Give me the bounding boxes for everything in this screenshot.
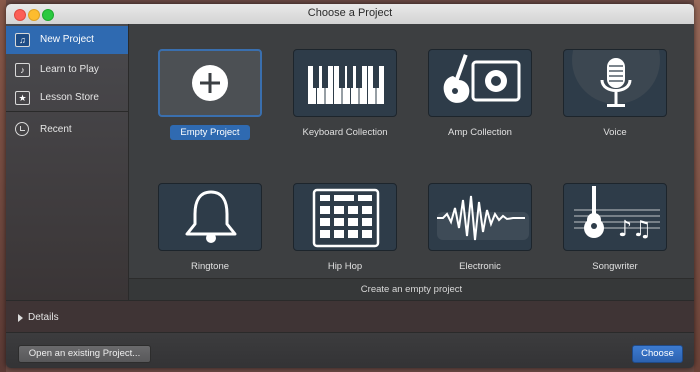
template-ringtone[interactable]: Ringtone xyxy=(158,183,262,272)
music-note-icon: ♪ xyxy=(15,63,30,77)
choose-button[interactable]: Choose xyxy=(632,345,683,363)
sidebar-item-label: Lesson Store xyxy=(40,92,99,103)
template-label: Empty Project xyxy=(170,125,250,140)
template-thumbnail: ♪♫ xyxy=(563,183,667,251)
template-description: Create an empty project xyxy=(129,278,694,301)
title-bar: Choose a Project xyxy=(6,4,694,25)
sidebar-item-lesson-store[interactable]: ★ Lesson Store xyxy=(6,84,128,112)
drum-machine-icon xyxy=(312,188,380,248)
template-thumbnail xyxy=(428,183,532,251)
template-thumbnail xyxy=(563,49,667,117)
bell-icon xyxy=(185,190,237,243)
template-thumbnail xyxy=(293,183,397,251)
guitar-amp-icon xyxy=(443,54,521,103)
plus-icon xyxy=(192,65,228,101)
template-empty-project[interactable]: Empty Project xyxy=(158,49,262,140)
template-label: Ringtone xyxy=(190,261,230,272)
template-label: Electronic xyxy=(459,261,501,272)
sidebar: ♫ New Project ♪ Learn to Play ★ Lesson S… xyxy=(6,24,129,300)
template-thumbnail xyxy=(158,183,262,251)
template-amp-collection[interactable]: Amp Collection xyxy=(428,49,532,138)
template-electronic[interactable]: Electronic xyxy=(428,183,532,272)
star-icon: ★ xyxy=(15,91,30,105)
window-title: Choose a Project xyxy=(307,7,393,19)
template-grid: Empty Project Keyboard Collection Amp Co… xyxy=(129,24,694,300)
sidebar-divider xyxy=(6,111,128,112)
template-hip-hop[interactable]: Hip Hop xyxy=(293,183,397,272)
sidebar-item-learn-to-play[interactable]: ♪ Learn to Play xyxy=(6,56,128,84)
details-disclosure[interactable]: Details xyxy=(6,300,694,333)
guitar-file-icon: ♫ xyxy=(15,33,30,47)
sidebar-item-label: Learn to Play xyxy=(40,64,99,75)
details-label: Details xyxy=(28,312,59,323)
template-thumbnail xyxy=(428,49,532,117)
sidebar-item-label: Recent xyxy=(40,124,72,135)
desktop-background-right xyxy=(694,0,700,372)
svg-text:♪♫: ♪♫ xyxy=(618,217,652,242)
acoustic-guitar-icon: ♪♫ xyxy=(574,186,660,242)
waveform-icon xyxy=(437,195,529,241)
keyboard-icon xyxy=(308,66,384,104)
sidebar-item-label: New Project xyxy=(40,34,94,45)
template-label: Songwriter xyxy=(592,261,638,272)
template-songwriter[interactable]: ♪♫ Songwriter xyxy=(563,183,667,272)
project-chooser-window: Choose a Project ♫ New Project ♪ Learn t… xyxy=(6,4,694,368)
template-label: Amp Collection xyxy=(448,127,512,138)
template-keyboard-collection[interactable]: Keyboard Collection xyxy=(293,49,397,138)
template-thumbnail xyxy=(293,49,397,117)
sidebar-item-new-project[interactable]: ♫ New Project xyxy=(6,26,128,54)
sidebar-item-recent[interactable]: Recent xyxy=(6,116,128,144)
template-voice[interactable]: Voice xyxy=(563,49,667,138)
clock-icon xyxy=(15,122,29,136)
template-label: Keyboard Collection xyxy=(302,127,388,138)
microphone-icon xyxy=(572,50,660,107)
template-label: Voice xyxy=(603,127,627,138)
open-existing-project-button[interactable]: Open an existing Project... xyxy=(18,345,151,363)
disclosure-triangle-icon xyxy=(18,314,23,322)
template-thumbnail xyxy=(158,49,262,117)
template-label: Hip Hop xyxy=(327,261,363,272)
bottom-bar: Open an existing Project... Choose xyxy=(6,332,694,368)
